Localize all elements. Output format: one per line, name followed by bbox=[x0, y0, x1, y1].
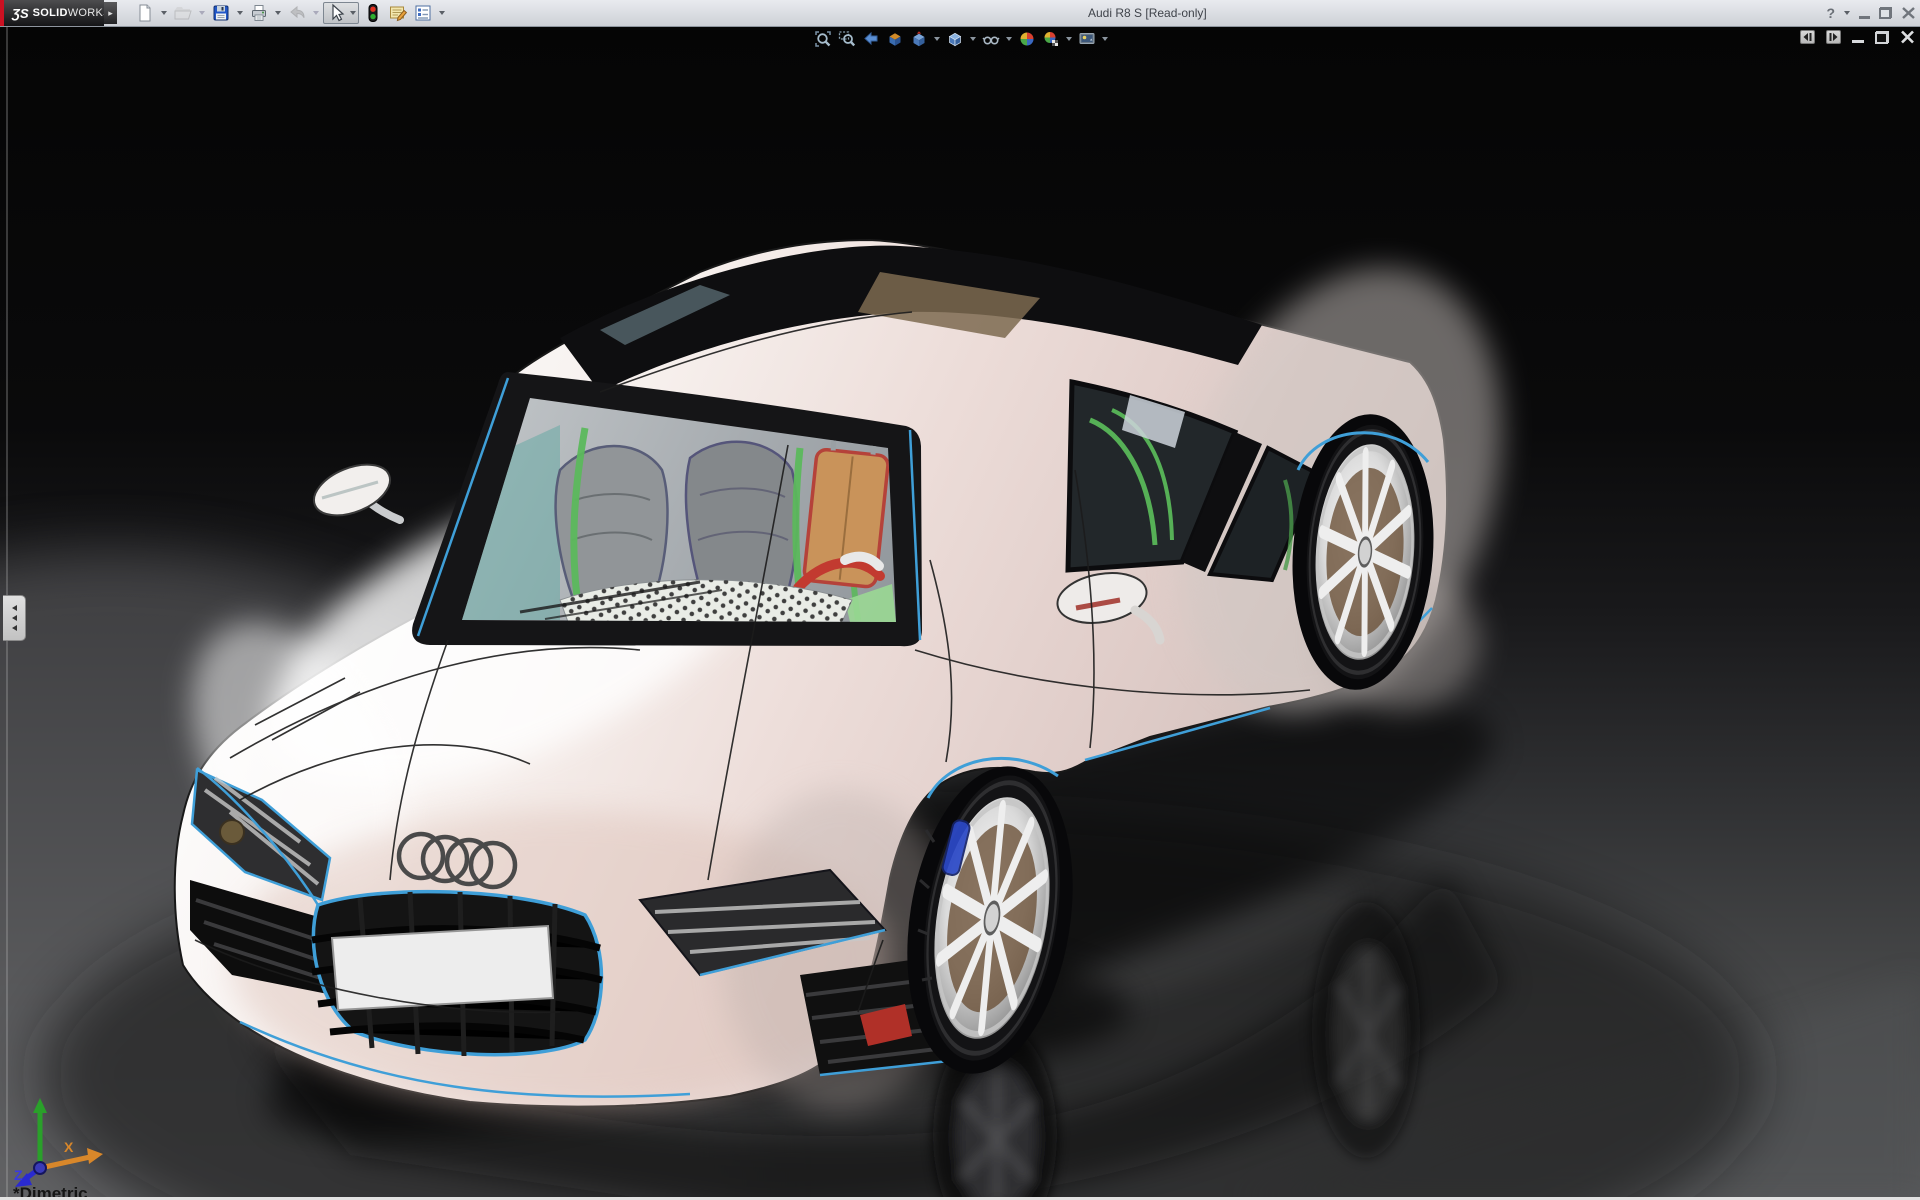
collapse-panel-left-button[interactable] bbox=[1800, 30, 1815, 44]
apply-scene-icon bbox=[1042, 30, 1060, 48]
print-icon bbox=[249, 3, 269, 23]
interference-lights-button[interactable] bbox=[361, 2, 384, 24]
section-view-icon bbox=[886, 30, 904, 48]
rear-wheel-reflection bbox=[1312, 902, 1420, 1158]
view-settings-dropdown[interactable] bbox=[1100, 29, 1109, 49]
select-cursor-icon bbox=[326, 3, 346, 23]
feature-manager-collapsed-tab[interactable] bbox=[3, 595, 26, 641]
traffic-light-icon bbox=[363, 3, 383, 23]
window-controls: ? bbox=[1826, 0, 1916, 26]
select-tool-button[interactable] bbox=[323, 2, 359, 24]
doc-minimize-button[interactable] bbox=[1852, 31, 1864, 43]
zoom-to-fit-button[interactable] bbox=[812, 29, 833, 49]
license-plate bbox=[332, 926, 553, 1010]
panel-right-icon bbox=[1828, 32, 1839, 42]
doc-close-button[interactable] bbox=[1900, 30, 1915, 44]
headsup-view-toolbar bbox=[812, 29, 1109, 49]
help-button[interactable]: ? bbox=[1826, 5, 1835, 21]
previous-view-icon bbox=[862, 30, 880, 48]
view-orientation-button[interactable] bbox=[908, 29, 929, 49]
chevron-left-icon bbox=[12, 615, 17, 621]
window-title: Audi R8 S [Read-only] bbox=[1088, 6, 1207, 20]
save-dropdown[interactable] bbox=[234, 2, 245, 24]
undo-dropdown[interactable] bbox=[310, 2, 321, 24]
menu-expand-arrow[interactable]: ▸ bbox=[104, 2, 117, 24]
open-folder-icon bbox=[173, 3, 193, 23]
print-button[interactable] bbox=[247, 2, 270, 24]
minimize-button[interactable] bbox=[1859, 8, 1870, 19]
previous-view-button[interactable] bbox=[860, 29, 881, 49]
comment-button[interactable] bbox=[386, 2, 409, 24]
solidworks-logo: ƷS SOLIDWORKS bbox=[4, 0, 104, 26]
save-button[interactable] bbox=[209, 2, 232, 24]
document-window-controls bbox=[1800, 30, 1915, 44]
eyeglasses-icon bbox=[982, 30, 1000, 48]
title-bar: ƷS SOLIDWORKS ▸ bbox=[0, 0, 1920, 27]
edit-appearance-button[interactable] bbox=[1016, 29, 1037, 49]
zoom-to-area-button[interactable] bbox=[836, 29, 857, 49]
section-view-button[interactable] bbox=[884, 29, 905, 49]
view-orientation-dropdown[interactable] bbox=[932, 29, 941, 49]
options-dropdown[interactable] bbox=[436, 2, 447, 24]
z-axis-label: Z bbox=[14, 1167, 23, 1183]
new-document-dropdown[interactable] bbox=[158, 2, 169, 24]
chevron-left-icon bbox=[12, 625, 17, 631]
undo-arrow-icon bbox=[287, 3, 307, 23]
help-dropdown[interactable] bbox=[1844, 11, 1850, 15]
dassault-3ds-mark: ƷS bbox=[12, 6, 29, 21]
apply-scene-dropdown[interactable] bbox=[1064, 29, 1073, 49]
options-list-icon bbox=[413, 3, 433, 23]
chevron-left-icon bbox=[12, 605, 17, 611]
new-document-icon bbox=[135, 3, 155, 23]
hide-show-items-button[interactable] bbox=[980, 29, 1001, 49]
zoom-to-fit-icon bbox=[814, 30, 832, 48]
panel-left-icon bbox=[1802, 32, 1813, 42]
view-settings-icon bbox=[1078, 30, 1096, 48]
solidworks-window: { "titlebar": { "brand": { "mark": "ƷS",… bbox=[0, 0, 1920, 1200]
display-style-dropdown[interactable] bbox=[968, 29, 977, 49]
restore-button[interactable] bbox=[1879, 7, 1892, 19]
options-button[interactable] bbox=[411, 2, 434, 24]
undo-button[interactable] bbox=[285, 2, 308, 24]
view-settings-button[interactable] bbox=[1076, 29, 1097, 49]
new-document-button[interactable] bbox=[133, 2, 156, 24]
doc-restore-button[interactable] bbox=[1875, 31, 1889, 44]
open-dropdown[interactable] bbox=[196, 2, 207, 24]
graphics-viewport[interactable]: X Z *Dimetric bbox=[0, 26, 1920, 1200]
display-style-button[interactable] bbox=[944, 29, 965, 49]
comment-note-icon bbox=[388, 3, 408, 23]
open-button[interactable] bbox=[171, 2, 194, 24]
hide-show-items-dropdown[interactable] bbox=[1004, 29, 1013, 49]
display-style-icon bbox=[946, 30, 964, 48]
view-orientation-icon bbox=[910, 30, 928, 48]
main-toolbar bbox=[133, 1, 447, 25]
zoom-to-area-icon bbox=[838, 30, 856, 48]
collapse-panel-right-button[interactable] bbox=[1826, 30, 1841, 44]
apply-scene-button[interactable] bbox=[1040, 29, 1061, 49]
print-dropdown[interactable] bbox=[272, 2, 283, 24]
model-scene-audi-r8[interactable]: X Z *Dimetric bbox=[0, 26, 1920, 1200]
save-floppy-icon bbox=[211, 3, 231, 23]
close-button[interactable] bbox=[1901, 6, 1916, 20]
appearance-ball-icon bbox=[1018, 30, 1036, 48]
select-tool-dropdown[interactable] bbox=[347, 2, 358, 24]
x-axis-label: X bbox=[64, 1139, 74, 1155]
